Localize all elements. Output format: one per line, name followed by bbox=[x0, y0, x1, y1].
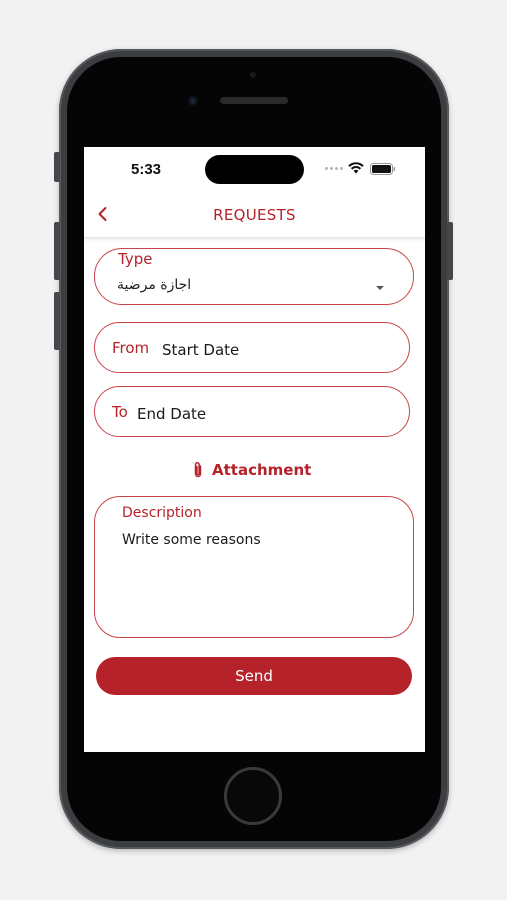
type-selected-value: اجازة مرضية bbox=[117, 277, 192, 293]
end-date-placeholder: End Date bbox=[137, 405, 207, 423]
volume-down-button bbox=[54, 292, 60, 350]
app-header: REQUESTS bbox=[84, 191, 425, 238]
description-textarea[interactable]: Description Write some reasons bbox=[94, 496, 414, 638]
front-camera bbox=[188, 96, 198, 106]
start-date-field[interactable]: From Start Date bbox=[94, 322, 410, 373]
status-bar: 5:33 bbox=[84, 147, 425, 191]
send-button[interactable]: Send bbox=[96, 657, 412, 695]
attachment-label: Attachment bbox=[212, 461, 312, 479]
volume-up-button bbox=[54, 222, 60, 280]
from-label: From bbox=[112, 339, 150, 357]
attachment-button[interactable]: Attachment bbox=[192, 459, 311, 481]
sensor-dot bbox=[250, 72, 256, 78]
paperclip-icon bbox=[194, 461, 202, 478]
start-date-placeholder: Start Date bbox=[162, 341, 240, 359]
description-placeholder: Write some reasons bbox=[122, 532, 261, 548]
type-label: Type bbox=[118, 250, 153, 268]
power-button bbox=[447, 222, 453, 280]
description-label: Description bbox=[122, 505, 202, 521]
status-time: 5:33 bbox=[131, 161, 162, 178]
type-select[interactable]: Type اجازة مرضية bbox=[94, 248, 414, 305]
app-screen: 5:33 REQUESTS Type اجازة مرضية From Star… bbox=[84, 147, 425, 752]
page-title: REQUESTS bbox=[213, 206, 296, 224]
wifi-icon bbox=[348, 162, 364, 174]
end-date-field[interactable]: To End Date bbox=[94, 386, 410, 437]
earpiece-speaker bbox=[220, 97, 288, 104]
signal-dots-icon bbox=[325, 167, 343, 170]
mute-switch bbox=[54, 152, 60, 182]
to-label: To bbox=[112, 403, 128, 421]
dynamic-island bbox=[205, 155, 304, 184]
home-button[interactable] bbox=[224, 767, 282, 825]
battery-icon bbox=[370, 163, 396, 175]
dropdown-arrow-icon bbox=[376, 286, 384, 290]
